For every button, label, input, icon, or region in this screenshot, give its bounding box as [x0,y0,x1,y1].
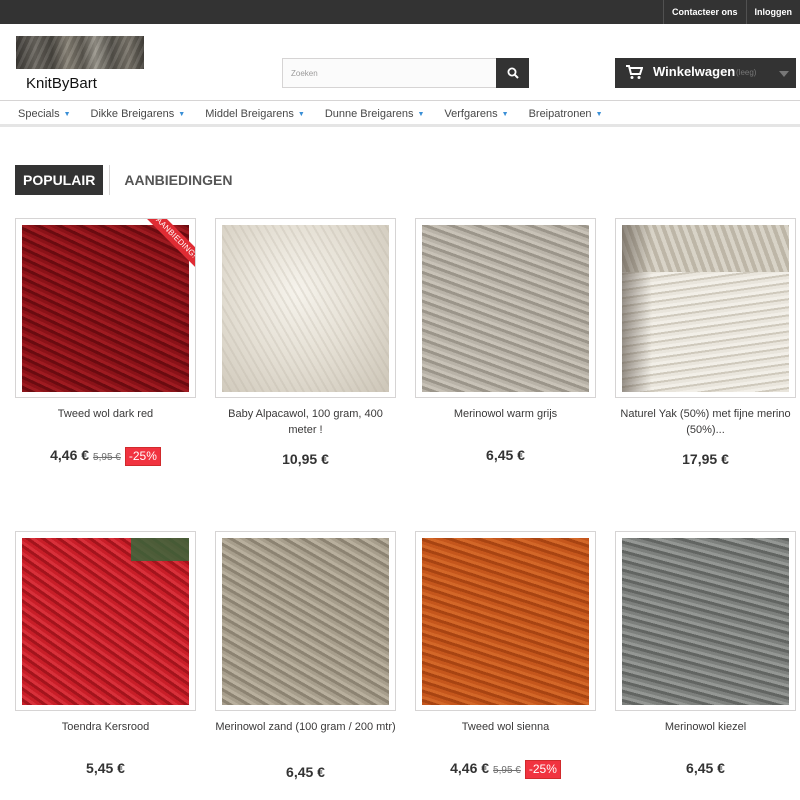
product-image-link[interactable] [415,218,596,398]
discount-badge: -25% [524,760,561,779]
product-image [622,225,789,392]
top-links: Contacteer ons Inloggen [662,0,800,24]
chevron-down-icon: ▼ [63,111,71,118]
chevron-down-icon: ▼ [297,111,305,118]
product-image-link[interactable] [15,531,196,711]
price-row: 17,95 € [615,451,796,467]
price-row: 6,45 € [215,764,396,780]
price-row: 6,45 € [415,447,596,463]
price-row: 4,46 € 5,95 € -25% [415,760,596,779]
cart-status: (leeg) [736,68,757,77]
main-menu: Specials ▼ Dikke Breigarens ▼ Middel Breig… [0,100,800,127]
price-row: 4,46 € 5,95 € -25% [15,447,196,466]
chevron-down-icon: ▼ [178,111,186,118]
product-image-link[interactable] [615,218,796,398]
product-image-link[interactable]: Aanbieding! [15,218,196,398]
sale-ribbon: Aanbieding! [137,219,195,277]
chevron-down-icon: ▼ [501,111,509,118]
product-name[interactable]: Merinowol warm grijs [415,406,596,422]
product-image-link[interactable] [415,531,596,711]
old-price: 5,95 € [93,452,121,463]
chevron-down-icon: ▼ [417,111,425,118]
product-image-link[interactable] [215,218,396,398]
menu-item-dikke-breigarens[interactable]: Dikke Breigarens ▼ [81,101,196,127]
product-name[interactable]: Naturel Yak (50%) met fijne merino (50%)… [615,406,796,438]
chevron-down-icon: ▼ [595,111,603,118]
product-name[interactable]: Toendra Kersrood [15,719,196,735]
old-price: 5,95 € [493,765,521,776]
menu-item-breipatronen[interactable]: Breipatronen ▼ [519,101,613,127]
shopping-cart-icon [626,65,643,79]
cart-button[interactable]: Winkelwagen (leeg) [615,58,796,88]
tab-aanbiedingen[interactable]: AANBIEDINGEN [109,165,240,195]
product-price: 10,95 € [282,451,329,467]
product-name[interactable]: Merinowol zand (100 gram / 200 mtr) [215,719,396,735]
product-image [422,225,589,392]
top-bar: Contacteer ons Inloggen [0,0,800,24]
product-image [22,538,189,705]
price-row: 5,45 € [15,760,196,776]
product-name[interactable]: Tweed wol dark red [15,406,196,422]
product-image [222,225,389,392]
cart-label: Winkelwagen [653,64,736,79]
search-form [282,58,529,88]
logo[interactable]: KnitByBart [16,36,144,96]
price-row: 6,45 € [615,760,796,776]
product-price: 6,45 € [286,764,325,780]
product-price: 4,46 € [450,760,490,776]
product-image [622,538,789,705]
tab-populair[interactable]: POPULAIR [15,165,104,195]
product-price: 17,95 € [682,451,729,467]
product-image [222,538,389,705]
product-name[interactable]: Merinowol kiezel [615,719,796,735]
menu-item-specials[interactable]: Specials ▼ [8,101,81,127]
search-input[interactable] [282,58,496,88]
product-image-link[interactable] [615,531,796,711]
product-price: 6,45 € [686,760,725,776]
menu-item-dunne-breigarens[interactable]: Dunne Breigarens ▼ [315,101,435,127]
product-name[interactable]: Tweed wol sienna [415,719,596,735]
search-button[interactable] [496,58,529,88]
menu-item-middel-breigarens[interactable]: Middel Breigarens ▼ [195,101,315,127]
chevron-down-icon [779,71,789,77]
product-tabs: POPULAIR AANBIEDINGEN [15,165,240,195]
product-price: 6,45 € [486,447,525,463]
product-name[interactable]: Baby Alpacawol, 100 gram, 400 meter ! [215,406,396,438]
search-icon [507,67,519,79]
menu-item-verfgarens[interactable]: Verfgarens ▼ [434,101,518,127]
contact-link[interactable]: Contacteer ons [662,0,746,24]
product-image [422,538,589,705]
logo-image [16,36,144,69]
product-price: 4,46 € [50,447,90,463]
product-price: 5,45 € [86,760,125,776]
login-link[interactable]: Inloggen [745,0,800,24]
discount-badge: -25% [124,447,161,466]
price-row: 10,95 € [215,451,396,467]
product-image-link[interactable] [215,531,396,711]
logo-text: KnitByBart [26,75,97,92]
